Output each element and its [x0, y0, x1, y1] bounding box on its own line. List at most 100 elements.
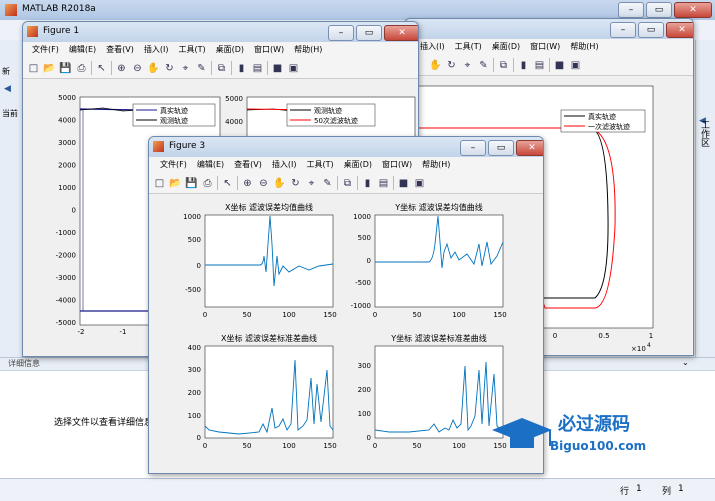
new-label[interactable]: 新 — [2, 66, 10, 77]
menu-item[interactable]: 工具(T) — [301, 157, 338, 173]
datatip-icon[interactable]: ⌖ — [461, 59, 474, 72]
menu-item[interactable]: 查看(V) — [101, 42, 139, 58]
zoom-out-icon[interactable]: ⊖ — [131, 62, 144, 75]
pan-icon[interactable]: ✋ — [147, 62, 160, 75]
pan-icon[interactable]: ✋ — [429, 59, 442, 72]
svg-text:1000: 1000 — [353, 213, 371, 221]
svg-text:1000: 1000 — [183, 213, 201, 221]
show-plot-tools-icon[interactable]: ▣ — [413, 177, 426, 190]
rotate-icon[interactable]: ↻ — [289, 177, 302, 190]
close-button[interactable]: ✕ — [674, 2, 712, 18]
zoom-in-icon[interactable]: ⊕ — [241, 177, 254, 190]
fig1-minimize-button[interactable]: – — [328, 25, 354, 41]
watermark: 必过源码 Biguo100.com — [490, 400, 690, 460]
current-folder-strip[interactable]: ◀ 当前 新 — [0, 40, 23, 370]
figure-3-window[interactable]: Figure 3 – ▭ ✕ 文件(F) 编辑(E) 查看(V) 插入(I) 工具(T)… — [148, 136, 544, 474]
fig3-close-button[interactable]: ✕ — [516, 140, 543, 156]
colorbar-icon[interactable]: ▮ — [361, 177, 374, 190]
fig2-maximize-button[interactable]: ▭ — [638, 22, 664, 38]
fig1-menubar: 文件(F) 编辑(E) 查看(V) 插入(I) 工具(T) 桌面(D) 窗口(W) 帮助(H) — [23, 42, 418, 59]
rotate-icon[interactable]: ↻ — [445, 59, 458, 72]
print-icon[interactable]: ⎙ — [75, 62, 88, 75]
fig2-exponent: ×10 — [631, 345, 646, 353]
open-file-icon[interactable]: 📂 — [43, 62, 56, 75]
menu-item[interactable]: 桌面(D) — [211, 42, 249, 58]
hide-plot-tools-icon[interactable]: ■ — [553, 59, 566, 72]
menu-item[interactable]: 桌面(D) — [487, 39, 525, 55]
menu-item[interactable]: 查看(V) — [229, 157, 267, 173]
zoom-out-icon[interactable]: ⊖ — [257, 177, 270, 190]
show-plot-tools-icon[interactable]: ▣ — [287, 62, 300, 75]
rotate-icon[interactable]: ↻ — [163, 62, 176, 75]
fig2-xtick: 0.5 — [598, 332, 609, 340]
edit-plot-icon[interactable]: ↖ — [221, 177, 234, 190]
menu-item[interactable]: 工具(T) — [173, 42, 210, 58]
brush-icon[interactable]: ✎ — [321, 177, 334, 190]
colorbar-icon[interactable]: ▮ — [235, 62, 248, 75]
zoom-in-icon[interactable]: ⊕ — [115, 62, 128, 75]
hide-plot-tools-icon[interactable]: ■ — [397, 177, 410, 190]
legend-icon[interactable]: ▤ — [251, 62, 264, 75]
subplot-y-std: Y坐标 滤波误差标准差曲线 300 200 100 0 0 50 100 150 — [358, 333, 507, 450]
menu-item[interactable]: 插入(I) — [139, 42, 174, 58]
menu-item[interactable]: 插入(I) — [267, 157, 302, 173]
brush-icon[interactable]: ✎ — [477, 59, 490, 72]
collapse-left-icon[interactable]: ◀ — [4, 84, 11, 94]
fig1-maximize-button[interactable]: ▭ — [356, 25, 382, 41]
menu-item[interactable]: 窗口(W) — [249, 42, 289, 58]
menu-item[interactable]: 文件(F) — [155, 157, 192, 173]
menu-item[interactable]: 插入(I) — [415, 39, 450, 55]
details-toggle-icon[interactable]: ⌄ — [682, 358, 689, 367]
menu-item[interactable]: 帮助(H) — [565, 39, 603, 55]
menu-item[interactable]: 窗口(W) — [377, 157, 417, 173]
fig2-close-button[interactable]: ✕ — [666, 22, 693, 38]
pan-icon[interactable]: ✋ — [273, 177, 286, 190]
new-figure-icon[interactable]: □ — [27, 62, 40, 75]
menu-item[interactable]: 帮助(H) — [289, 42, 327, 58]
datatip-icon[interactable]: ⌖ — [305, 177, 318, 190]
link-icon[interactable]: ⧉ — [497, 59, 510, 72]
fig2-xtick: 1 — [649, 332, 653, 340]
figure-3-titlebar: Figure 3 – ▭ ✕ — [149, 137, 543, 157]
minimize-button[interactable]: – — [618, 2, 644, 18]
menu-item[interactable]: 帮助(H) — [417, 157, 455, 173]
menu-item[interactable]: 工具(T) — [450, 39, 487, 55]
svg-text:100: 100 — [452, 311, 465, 319]
legend-icon[interactable]: ▤ — [533, 59, 546, 72]
fig3-maximize-button[interactable]: ▭ — [488, 140, 514, 156]
workspace-strip[interactable]: ◀ — [695, 40, 715, 360]
save-icon[interactable]: 💾 — [185, 177, 198, 190]
edit-plot-icon[interactable]: ↖ — [95, 62, 108, 75]
link-icon[interactable]: ⧉ — [215, 62, 228, 75]
menu-item[interactable]: 编辑(E) — [192, 157, 229, 173]
show-plot-tools-icon[interactable]: ▣ — [569, 59, 582, 72]
new-figure-icon[interactable]: □ — [153, 177, 166, 190]
menu-item[interactable]: 窗口(W) — [525, 39, 565, 55]
colorbar-icon[interactable]: ▮ — [517, 59, 530, 72]
menu-item[interactable]: 编辑(E) — [64, 42, 101, 58]
details-header-label: 详细信息 — [8, 359, 40, 368]
menu-item[interactable]: 文件(F) — [27, 42, 64, 58]
current-folder-label[interactable]: 当前 — [2, 108, 18, 119]
svg-text:300: 300 — [358, 362, 371, 370]
brush-icon[interactable]: ✎ — [195, 62, 208, 75]
legend-icon[interactable]: ▤ — [377, 177, 390, 190]
fig1-close-button[interactable]: ✕ — [384, 25, 418, 41]
fig2-menubar: 插入(I) 工具(T) 桌面(D) 窗口(W) 帮助(H) — [405, 39, 693, 56]
link-icon[interactable]: ⧉ — [341, 177, 354, 190]
open-file-icon[interactable]: 📂 — [169, 177, 182, 190]
toolbar-separator — [337, 176, 338, 190]
workspace-label[interactable]: 工作区 — [697, 120, 711, 180]
subplot-title: Y坐标 滤波误差标准差曲线 — [390, 333, 486, 343]
maximize-button[interactable]: ▭ — [646, 2, 672, 18]
hide-plot-tools-icon[interactable]: ■ — [271, 62, 284, 75]
save-icon[interactable]: 💾 — [59, 62, 72, 75]
fig3-minimize-button[interactable]: – — [460, 140, 486, 156]
menu-item[interactable]: 桌面(D) — [339, 157, 377, 173]
fig1-mid-legend-filtered: 50次滤波轨迹 — [314, 116, 358, 125]
fig1-ytick: 0 — [72, 207, 76, 215]
fig2-minimize-button[interactable]: – — [610, 22, 636, 38]
print-icon[interactable]: ⎙ — [201, 177, 214, 190]
svg-text:100: 100 — [282, 442, 295, 450]
datatip-icon[interactable]: ⌖ — [179, 62, 192, 75]
